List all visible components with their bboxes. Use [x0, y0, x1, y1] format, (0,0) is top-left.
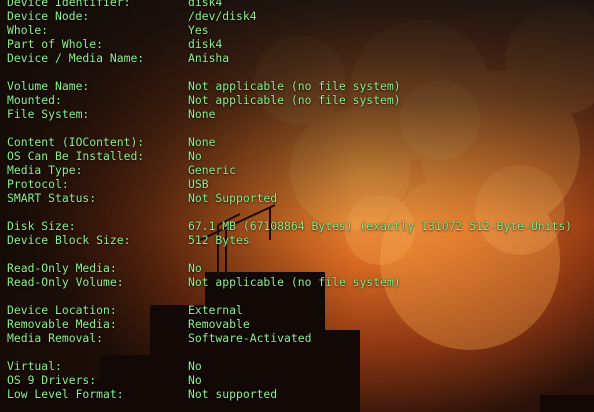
info-value: disk4: [188, 37, 223, 51]
info-row: Whole: Yes: [7, 23, 594, 37]
info-label: Removable Media:: [7, 317, 117, 331]
info-row: OS Can Be Installed: No: [7, 149, 594, 163]
info-value: Not Supported: [188, 191, 278, 205]
info-row: Protocol: USB: [7, 177, 594, 191]
info-row: OS 9 Drivers: No: [7, 373, 594, 387]
info-label: Device Identifier:: [7, 0, 131, 9]
info-value: No: [188, 359, 202, 373]
info-label: OS 9 Drivers:: [7, 373, 97, 387]
info-row: Device Node: /dev/disk4: [7, 9, 594, 23]
info-value: Not applicable (no file system): [188, 79, 401, 93]
info-row: Volume Name: Not applicable (no file syst…: [7, 79, 594, 93]
info-value: External: [188, 303, 243, 317]
info-label: Device / Media Name:: [7, 51, 145, 65]
info-row: SMART Status: Not Supported: [7, 191, 594, 205]
info-row: Device Block Size: 512 Bytes: [7, 233, 594, 247]
info-value: None: [188, 107, 216, 121]
info-value: Not applicable (no file system): [188, 93, 401, 107]
info-row: Disk Size: 67.1 MB (67108864 Bytes) (exac…: [7, 219, 594, 233]
info-value: None: [188, 135, 216, 149]
info-row: Mounted: Not applicable (no file system): [7, 93, 594, 107]
info-row: Removable Media: Removable: [7, 317, 594, 331]
info-value: Anisha: [188, 51, 230, 65]
diskutil-info-output: Device Identifier: disk4 Device Node: /dev…: [7, 0, 594, 412]
info-label: Volume Name:: [7, 79, 90, 93]
info-row: Device Identifier: disk4: [7, 0, 594, 9]
info-label: Low Level Format:: [7, 387, 124, 401]
info-label: Whole:: [7, 23, 49, 37]
info-label: Part of Whole:: [7, 37, 104, 51]
terminal-window[interactable]: Device Identifier: disk4 Device Node: /dev…: [0, 0, 594, 412]
info-value: No: [188, 373, 202, 387]
info-label: File System:: [7, 107, 90, 121]
info-label: Read-Only Media:: [7, 261, 117, 275]
info-value: disk4: [188, 0, 223, 9]
info-row: Part of Whole: disk4: [7, 37, 594, 51]
info-label: Read-Only Volume:: [7, 275, 124, 289]
info-row: Read-Only Media: No: [7, 261, 594, 275]
info-row: File System: None: [7, 107, 594, 121]
info-value: Yes: [188, 23, 209, 37]
info-value: /dev/disk4: [188, 9, 257, 23]
info-label: SMART Status:: [7, 191, 97, 205]
info-label: Media Type:: [7, 163, 83, 177]
info-row: Media Removal: Software-Activated: [7, 331, 594, 345]
info-row: Device / Media Name: Anisha: [7, 51, 594, 65]
info-label: Device Block Size:: [7, 233, 131, 247]
info-row: Virtual: No: [7, 359, 594, 373]
info-label: Device Location:: [7, 303, 117, 317]
info-label: OS Can Be Installed:: [7, 149, 145, 163]
info-label: Disk Size:: [7, 219, 76, 233]
info-label: Media Removal:: [7, 331, 104, 345]
info-value: Generic: [188, 163, 237, 177]
info-row: Device Location: External: [7, 303, 594, 317]
info-label: Content (IOContent):: [7, 135, 145, 149]
info-value: 512 Bytes: [188, 233, 250, 247]
info-value: Not supported: [188, 387, 278, 401]
info-row: Content (IOContent): None: [7, 135, 594, 149]
info-value: 67.1 MB (67108864 Bytes) (exactly 131072…: [188, 219, 573, 233]
info-value: USB: [188, 177, 209, 191]
info-value: No: [188, 149, 202, 163]
info-value: Not applicable (no file system): [188, 275, 401, 289]
info-value: Removable: [188, 317, 250, 331]
info-row: Media Type: Generic: [7, 163, 594, 177]
info-value: No: [188, 261, 202, 275]
info-label: Mounted:: [7, 93, 62, 107]
info-row: Low Level Format: Not supported: [7, 387, 594, 401]
info-label: Protocol:: [7, 177, 69, 191]
info-row: Read-Only Volume: Not applicable (no file…: [7, 275, 594, 289]
info-value: Software-Activated: [188, 331, 312, 345]
info-label: Device Node:: [7, 9, 90, 23]
info-label: Virtual:: [7, 359, 62, 373]
